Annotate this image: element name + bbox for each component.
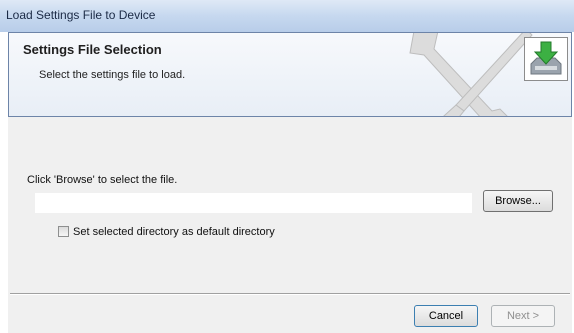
page-title: Settings File Selection bbox=[23, 42, 162, 57]
download-arrow-icon bbox=[524, 37, 568, 81]
title-bar[interactable]: Load Settings File to Device bbox=[0, 0, 574, 32]
wizard-header: Settings File Selection Select the setti… bbox=[8, 32, 572, 117]
default-directory-checkbox[interactable] bbox=[58, 226, 69, 237]
file-path-field[interactable] bbox=[34, 192, 473, 214]
page-subtitle: Select the settings file to load. bbox=[39, 69, 186, 81]
button-bar bbox=[8, 296, 572, 333]
cancel-button[interactable]: Cancel bbox=[414, 305, 478, 327]
footer-separator bbox=[10, 293, 570, 295]
browse-button[interactable]: Browse... bbox=[483, 190, 553, 212]
next-button[interactable]: Next > bbox=[491, 305, 555, 327]
window-title: Load Settings File to Device bbox=[6, 8, 156, 22]
browse-instruction: Click 'Browse' to select the file. bbox=[27, 174, 178, 186]
default-directory-label[interactable]: Set selected directory as default direct… bbox=[73, 226, 275, 238]
wrench-screwdriver-icon bbox=[409, 33, 533, 116]
